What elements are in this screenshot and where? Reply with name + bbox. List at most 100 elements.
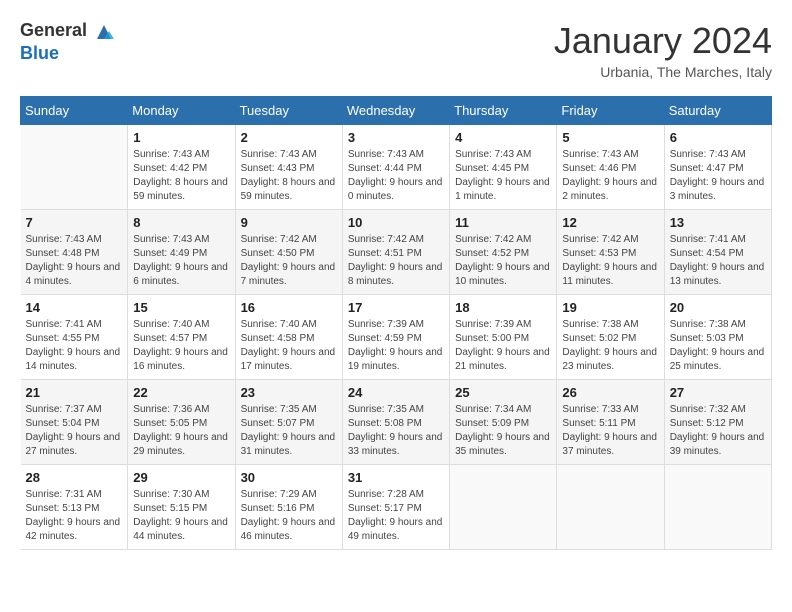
sunrise-text: Sunrise: 7:35 AM	[241, 404, 317, 415]
sunrise-text: Sunrise: 7:43 AM	[241, 149, 317, 160]
day-info: Sunrise: 7:33 AM Sunset: 5:11 PM Dayligh…	[562, 403, 658, 459]
day-info: Sunrise: 7:28 AM Sunset: 5:17 PM Dayligh…	[348, 488, 444, 544]
calendar-cell	[21, 125, 128, 210]
month-title: January 2024	[554, 20, 772, 62]
daylight-text: Daylight: 9 hours and 46 minutes.	[241, 517, 336, 542]
daylight-text: Daylight: 9 hours and 1 minute.	[455, 177, 550, 202]
sunrise-text: Sunrise: 7:43 AM	[26, 234, 102, 245]
day-info: Sunrise: 7:43 AM Sunset: 4:49 PM Dayligh…	[133, 233, 229, 289]
calendar-cell: 11 Sunrise: 7:42 AM Sunset: 4:52 PM Dayl…	[450, 210, 557, 295]
day-info: Sunrise: 7:39 AM Sunset: 5:00 PM Dayligh…	[455, 318, 551, 374]
daylight-text: Daylight: 9 hours and 6 minutes.	[133, 262, 228, 287]
sunset-text: Sunset: 5:11 PM	[562, 418, 635, 429]
sunrise-text: Sunrise: 7:36 AM	[133, 404, 209, 415]
day-number: 27	[670, 385, 766, 400]
sunrise-text: Sunrise: 7:31 AM	[26, 489, 102, 500]
day-info: Sunrise: 7:38 AM Sunset: 5:03 PM Dayligh…	[670, 318, 766, 374]
calendar-cell: 2 Sunrise: 7:43 AM Sunset: 4:43 PM Dayli…	[235, 125, 342, 210]
sunrise-text: Sunrise: 7:40 AM	[241, 319, 317, 330]
daylight-text: Daylight: 9 hours and 37 minutes.	[562, 432, 657, 457]
day-number: 10	[348, 215, 444, 230]
day-number: 30	[241, 470, 337, 485]
sunrise-text: Sunrise: 7:43 AM	[348, 149, 424, 160]
sunset-text: Sunset: 5:07 PM	[241, 418, 315, 429]
sunrise-text: Sunrise: 7:37 AM	[26, 404, 102, 415]
day-number: 7	[26, 215, 123, 230]
day-number: 16	[241, 300, 337, 315]
day-info: Sunrise: 7:43 AM Sunset: 4:48 PM Dayligh…	[26, 233, 123, 289]
calendar-cell: 24 Sunrise: 7:35 AM Sunset: 5:08 PM Dayl…	[342, 380, 449, 465]
calendar-cell: 8 Sunrise: 7:43 AM Sunset: 4:49 PM Dayli…	[128, 210, 235, 295]
logo-blue: Blue	[20, 43, 59, 63]
calendar-cell: 5 Sunrise: 7:43 AM Sunset: 4:46 PM Dayli…	[557, 125, 664, 210]
day-info: Sunrise: 7:42 AM Sunset: 4:53 PM Dayligh…	[562, 233, 658, 289]
sunset-text: Sunset: 4:59 PM	[348, 333, 422, 344]
day-number: 12	[562, 215, 658, 230]
day-number: 20	[670, 300, 766, 315]
sunset-text: Sunset: 5:12 PM	[670, 418, 744, 429]
sunset-text: Sunset: 5:00 PM	[455, 333, 529, 344]
daylight-text: Daylight: 9 hours and 21 minutes.	[455, 347, 550, 372]
calendar-cell: 27 Sunrise: 7:32 AM Sunset: 5:12 PM Dayl…	[664, 380, 771, 465]
calendar-cell: 1 Sunrise: 7:43 AM Sunset: 4:42 PM Dayli…	[128, 125, 235, 210]
weekday-header: Sunday	[21, 97, 128, 125]
calendar-cell: 31 Sunrise: 7:28 AM Sunset: 5:17 PM Dayl…	[342, 465, 449, 550]
daylight-text: Daylight: 9 hours and 13 minutes.	[670, 262, 765, 287]
day-info: Sunrise: 7:42 AM Sunset: 4:50 PM Dayligh…	[241, 233, 337, 289]
weekday-header: Saturday	[664, 97, 771, 125]
sunrise-text: Sunrise: 7:43 AM	[133, 149, 209, 160]
daylight-text: Daylight: 8 hours and 59 minutes.	[133, 177, 228, 202]
day-info: Sunrise: 7:42 AM Sunset: 4:52 PM Dayligh…	[455, 233, 551, 289]
sunrise-text: Sunrise: 7:30 AM	[133, 489, 209, 500]
calendar-cell: 16 Sunrise: 7:40 AM Sunset: 4:58 PM Dayl…	[235, 295, 342, 380]
day-number: 25	[455, 385, 551, 400]
sunset-text: Sunset: 4:43 PM	[241, 163, 315, 174]
weekday-header: Thursday	[450, 97, 557, 125]
sunrise-text: Sunrise: 7:38 AM	[562, 319, 638, 330]
sunset-text: Sunset: 5:04 PM	[26, 418, 100, 429]
calendar-cell: 26 Sunrise: 7:33 AM Sunset: 5:11 PM Dayl…	[557, 380, 664, 465]
sunrise-text: Sunrise: 7:42 AM	[241, 234, 317, 245]
daylight-text: Daylight: 9 hours and 39 minutes.	[670, 432, 765, 457]
sunset-text: Sunset: 5:17 PM	[348, 503, 422, 514]
sunset-text: Sunset: 5:15 PM	[133, 503, 207, 514]
calendar-cell: 25 Sunrise: 7:34 AM Sunset: 5:09 PM Dayl…	[450, 380, 557, 465]
calendar-cell: 9 Sunrise: 7:42 AM Sunset: 4:50 PM Dayli…	[235, 210, 342, 295]
day-number: 24	[348, 385, 444, 400]
location-subtitle: Urbania, The Marches, Italy	[554, 64, 772, 80]
daylight-text: Daylight: 9 hours and 23 minutes.	[562, 347, 657, 372]
sunset-text: Sunset: 4:45 PM	[455, 163, 529, 174]
calendar-cell: 14 Sunrise: 7:41 AM Sunset: 4:55 PM Dayl…	[21, 295, 128, 380]
day-info: Sunrise: 7:43 AM Sunset: 4:43 PM Dayligh…	[241, 148, 337, 204]
day-number: 29	[133, 470, 229, 485]
day-info: Sunrise: 7:43 AM Sunset: 4:47 PM Dayligh…	[670, 148, 766, 204]
day-number: 13	[670, 215, 766, 230]
calendar-cell	[557, 465, 664, 550]
sunset-text: Sunset: 4:48 PM	[26, 248, 100, 259]
daylight-text: Daylight: 9 hours and 49 minutes.	[348, 517, 443, 542]
sunset-text: Sunset: 5:09 PM	[455, 418, 529, 429]
day-number: 22	[133, 385, 229, 400]
sunset-text: Sunset: 4:58 PM	[241, 333, 315, 344]
sunset-text: Sunset: 4:46 PM	[562, 163, 636, 174]
daylight-text: Daylight: 9 hours and 11 minutes.	[562, 262, 657, 287]
day-number: 31	[348, 470, 444, 485]
daylight-text: Daylight: 9 hours and 10 minutes.	[455, 262, 550, 287]
daylight-text: Daylight: 9 hours and 19 minutes.	[348, 347, 443, 372]
sunrise-text: Sunrise: 7:40 AM	[133, 319, 209, 330]
daylight-text: Daylight: 9 hours and 35 minutes.	[455, 432, 550, 457]
calendar-cell: 15 Sunrise: 7:40 AM Sunset: 4:57 PM Dayl…	[128, 295, 235, 380]
day-info: Sunrise: 7:43 AM Sunset: 4:42 PM Dayligh…	[133, 148, 229, 204]
day-info: Sunrise: 7:41 AM Sunset: 4:54 PM Dayligh…	[670, 233, 766, 289]
daylight-text: Daylight: 9 hours and 33 minutes.	[348, 432, 443, 457]
logo-text: General Blue	[20, 20, 115, 64]
sunrise-text: Sunrise: 7:43 AM	[562, 149, 638, 160]
sunset-text: Sunset: 4:54 PM	[670, 248, 744, 259]
weekday-header-row: SundayMondayTuesdayWednesdayThursdayFrid…	[21, 97, 772, 125]
daylight-text: Daylight: 9 hours and 14 minutes.	[26, 347, 121, 372]
day-info: Sunrise: 7:43 AM Sunset: 4:44 PM Dayligh…	[348, 148, 444, 204]
daylight-text: Daylight: 9 hours and 4 minutes.	[26, 262, 121, 287]
sunset-text: Sunset: 4:50 PM	[241, 248, 315, 259]
day-number: 11	[455, 215, 551, 230]
calendar-cell: 12 Sunrise: 7:42 AM Sunset: 4:53 PM Dayl…	[557, 210, 664, 295]
